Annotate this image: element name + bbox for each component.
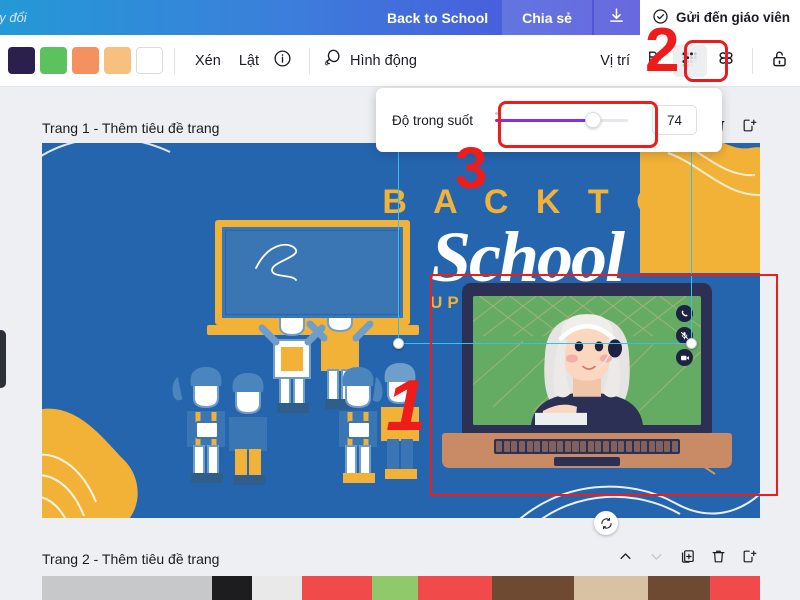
autosave-status: ay đổi: [0, 10, 27, 25]
animate-icon: [321, 48, 343, 73]
lock-button[interactable]: [764, 46, 794, 76]
slider-fill: [495, 118, 594, 122]
delete-page-button-2[interactable]: [707, 548, 729, 570]
add-page-icon: [741, 117, 758, 139]
mic-off-icon: [681, 332, 688, 340]
phone-icon-button[interactable]: [676, 305, 693, 322]
move-up-icon: [618, 549, 633, 569]
move-down-icon: [649, 549, 664, 569]
laptop-keyboard: [494, 439, 680, 454]
swatch-light-orange[interactable]: [104, 47, 131, 74]
add-page-button-1[interactable]: [738, 117, 760, 139]
position-button[interactable]: Vị trí: [591, 53, 639, 69]
laptop-lid: [462, 283, 712, 435]
transparency-button[interactable]: [673, 44, 707, 77]
duplicate-page-button-2[interactable]: [676, 548, 698, 570]
camera-icon-button[interactable]: [676, 349, 693, 366]
toolbar-divider-2: [308, 47, 310, 74]
send-to-teacher-button[interactable]: Gửi đến giáo viên: [639, 0, 800, 35]
move-up-button-2[interactable]: [614, 548, 636, 570]
top-bar: ay đổi Back to School Chia sẻ Gửi đến gi…: [0, 0, 800, 35]
rotate-handle-icon: [600, 517, 612, 529]
tune-icon: [645, 49, 664, 73]
delete-page-icon: [710, 548, 727, 570]
top-bar-actions: Back to School Chia sẻ Gửi đến giáo viên: [373, 0, 800, 35]
transparency-popup: Độ trong suốt 74: [376, 88, 722, 152]
laptop-screen: [473, 296, 701, 425]
lock-open-icon: [770, 49, 789, 73]
animate-button[interactable]: Hình động: [321, 48, 421, 73]
share-button[interactable]: Chia sẻ: [502, 0, 592, 35]
element-toolbar: Xén Lật Hình động Vị trí: [0, 35, 800, 87]
document-title[interactable]: Back to School: [373, 10, 502, 26]
transparency-value-input[interactable]: 74: [652, 105, 698, 135]
laptop-image-element[interactable]: [442, 283, 732, 483]
side-panel-handle[interactable]: [0, 330, 6, 388]
page-2-photo-red-1: [302, 576, 372, 600]
phone-icon: [681, 310, 688, 317]
send-to-teacher-label: Gửi đến giáo viên: [675, 10, 790, 25]
info-button[interactable]: [268, 46, 298, 76]
slider-min-dot: [495, 112, 499, 115]
toolbar-divider: [174, 47, 175, 74]
transparency-checker-icon: [681, 51, 700, 70]
check-circle-icon: [652, 8, 669, 28]
add-page-icon: [741, 548, 758, 570]
toolbar-divider-3: [752, 47, 753, 74]
page-2-title[interactable]: Trang 2 - Thêm tiêu đề trang: [42, 551, 219, 567]
page-2-photo-book-2: [648, 576, 710, 600]
page-2-tools: [614, 548, 760, 570]
transparency-label: Độ trong suốt: [392, 112, 474, 128]
flip-button[interactable]: Lật: [230, 53, 268, 69]
decor-blob-top-right: [640, 143, 760, 273]
download-button[interactable]: [593, 0, 640, 35]
link-button[interactable]: [711, 46, 741, 76]
rotate-handle[interactable]: [594, 511, 618, 535]
design-canvas[interactable]: B A C K T O School UP TO 70% OFF: [42, 143, 760, 518]
swatch-orange[interactable]: [72, 47, 99, 74]
animate-label: Hình động: [349, 52, 417, 69]
slider-thumb[interactable]: [585, 112, 602, 128]
decor-swirl-top-left: [42, 143, 171, 157]
page-2-photo-red-2: [418, 576, 492, 600]
students-illustration: [172, 318, 419, 485]
link-icon: [716, 48, 736, 73]
transparency-slider[interactable]: [495, 110, 629, 130]
color-swatch-group: [0, 47, 163, 74]
download-icon: [608, 7, 625, 29]
info-icon: [273, 49, 292, 73]
page-1-title[interactable]: Trang 1 - Thêm tiêu đề trang: [42, 120, 219, 136]
camera-icon: [680, 355, 689, 360]
swatch-dark-purple[interactable]: [8, 47, 35, 74]
laptop-trackpad: [554, 457, 620, 466]
video-call-illustration: [473, 296, 701, 425]
page-2-photo-red-3: [710, 576, 760, 600]
tune-button[interactable]: [639, 46, 669, 76]
mic-off-icon-button[interactable]: [676, 327, 693, 344]
page-2-photo-dark: [212, 576, 252, 600]
page-2-photo-paper: [574, 576, 648, 600]
page-2-photo-light: [252, 576, 302, 600]
page-2-photo-book-1: [492, 576, 574, 600]
crop-button[interactable]: Xén: [186, 53, 230, 69]
swatch-white[interactable]: [136, 47, 163, 74]
page-2-thumbnail[interactable]: [42, 576, 760, 600]
page-2-photo-plant: [372, 576, 418, 600]
move-down-button-2[interactable]: [645, 548, 667, 570]
add-page-button-2[interactable]: [738, 548, 760, 570]
chalkboard-scribble-icon: [255, 243, 297, 281]
toolbar-right-group: Vị trí: [591, 44, 800, 77]
duplicate-page-icon: [679, 548, 696, 570]
swatch-green[interactable]: [40, 47, 67, 74]
page-2-header: Trang 2 - Thêm tiêu đề trang: [42, 546, 760, 572]
page-2-photo-wall: [42, 576, 212, 600]
